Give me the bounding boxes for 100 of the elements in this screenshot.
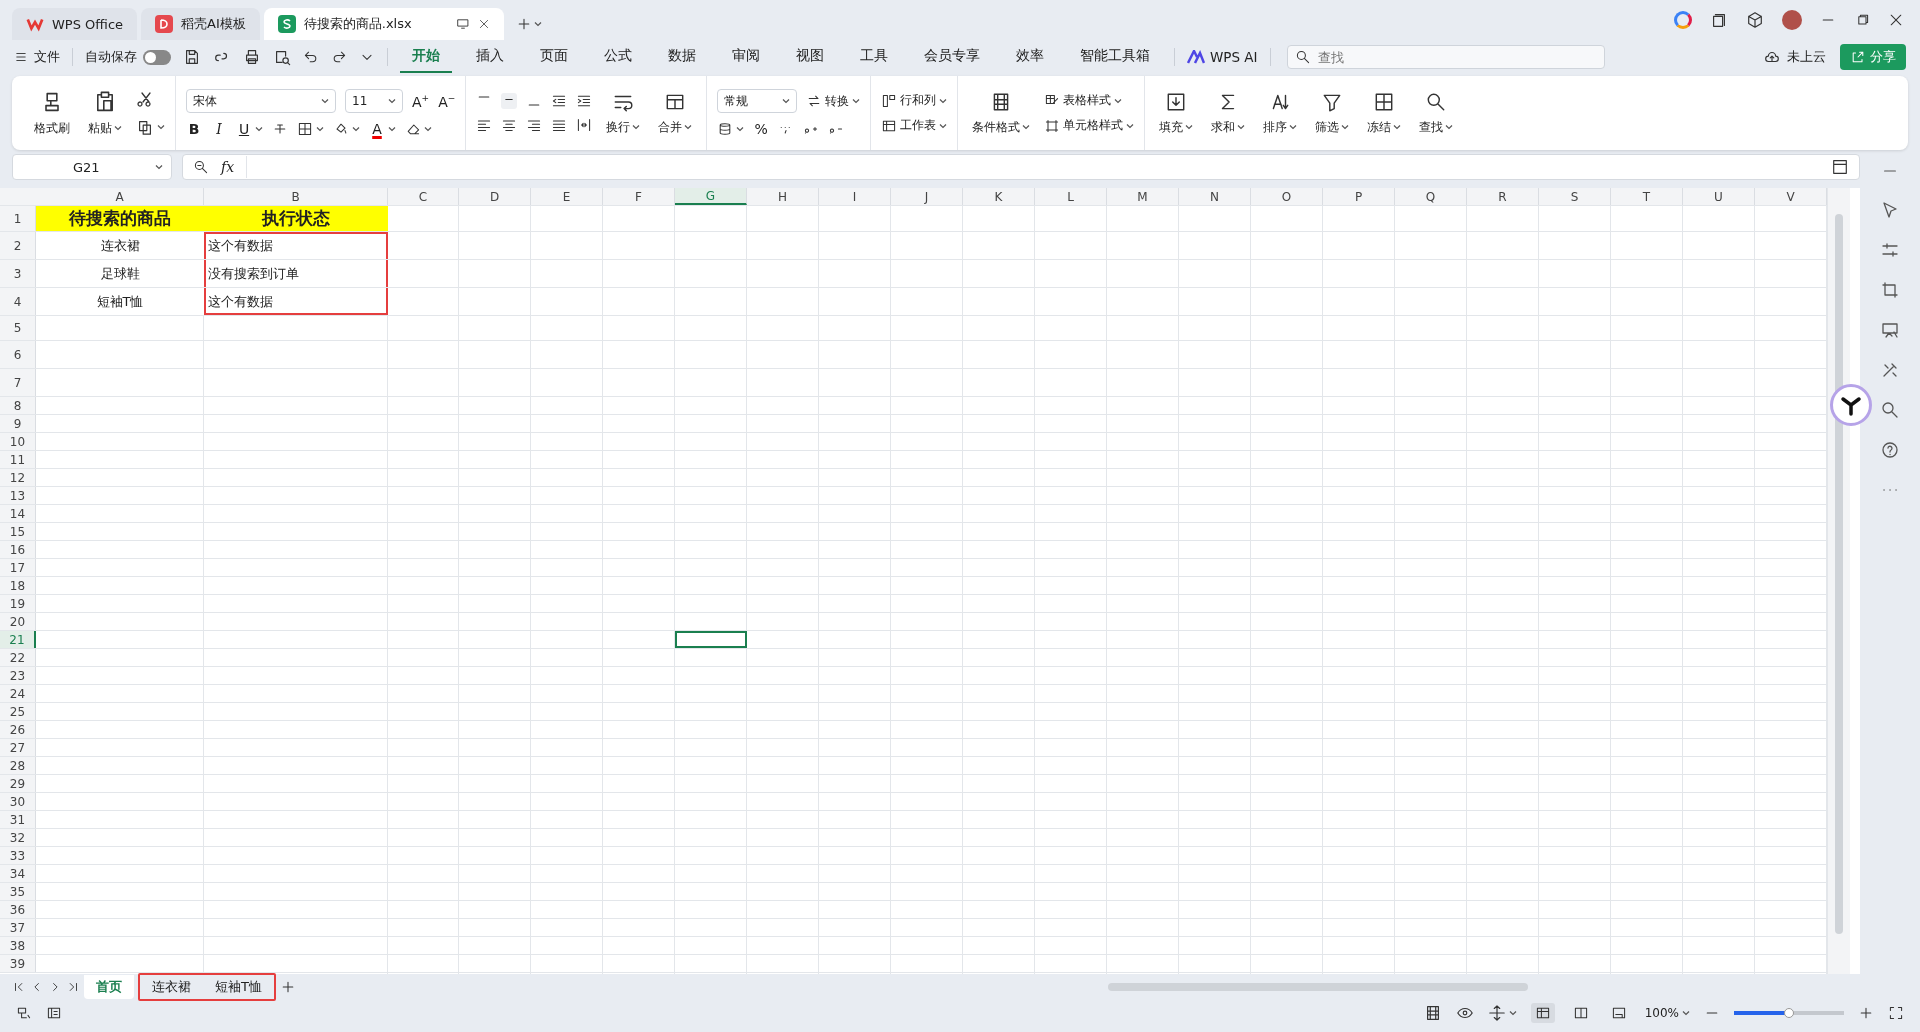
caret-icon[interactable] bbox=[852, 97, 861, 105]
active-cell[interactable] bbox=[675, 631, 747, 648]
caret-icon[interactable] bbox=[782, 97, 791, 105]
row-header[interactable]: 1 bbox=[0, 206, 36, 231]
avatar[interactable] bbox=[1782, 10, 1802, 30]
caret-icon[interactable] bbox=[1022, 123, 1031, 131]
row-header[interactable]: 20 bbox=[0, 613, 36, 630]
close-icon[interactable] bbox=[1888, 12, 1904, 28]
row-header[interactable]: 17 bbox=[0, 559, 36, 576]
row-header[interactable]: 32 bbox=[0, 829, 36, 846]
crop-icon[interactable] bbox=[1880, 280, 1900, 300]
caret-icon[interactable] bbox=[155, 163, 163, 171]
fullscreen-icon[interactable] bbox=[1888, 1005, 1904, 1021]
row-header[interactable]: 27 bbox=[0, 739, 36, 756]
caret-icon[interactable] bbox=[533, 20, 542, 28]
caret-icon[interactable] bbox=[1114, 96, 1123, 105]
row-header[interactable]: 18 bbox=[0, 577, 36, 594]
rows-columns-icon[interactable] bbox=[881, 92, 898, 109]
row-header[interactable]: 10 bbox=[0, 433, 36, 450]
rows-columns-button[interactable]: 行和列 bbox=[881, 92, 948, 109]
share-icon[interactable] bbox=[1850, 49, 1866, 65]
help-icon[interactable] bbox=[1880, 440, 1900, 460]
ribbon-tool-button[interactable]: 排序 bbox=[1259, 88, 1302, 138]
paste-button[interactable]: 粘贴 bbox=[84, 87, 126, 139]
caret-icon[interactable] bbox=[352, 125, 360, 133]
caret-icon[interactable] bbox=[1508, 1009, 1517, 1017]
row-header[interactable]: 28 bbox=[0, 757, 36, 774]
close-icon[interactable] bbox=[477, 18, 490, 30]
ribbon-tab[interactable]: 智能工具箱 bbox=[1068, 41, 1162, 73]
ribbon-tool-button[interactable]: 填充 bbox=[1155, 88, 1198, 138]
row-header[interactable]: 11 bbox=[0, 451, 36, 468]
ribbon-tool-button[interactable]: 求和 bbox=[1207, 88, 1250, 138]
row-header[interactable]: 5 bbox=[0, 316, 36, 340]
column-header[interactable]: L bbox=[1035, 188, 1107, 205]
convert-button[interactable]: 转换 bbox=[806, 92, 861, 110]
row-header[interactable]: 12 bbox=[0, 469, 36, 486]
font-name-dropdown[interactable]: 宋体 bbox=[186, 89, 336, 113]
column-header[interactable]: N bbox=[1179, 188, 1251, 205]
row-header[interactable]: 8 bbox=[0, 397, 36, 414]
assistant-logo-icon[interactable] bbox=[1830, 384, 1872, 426]
image-edit-icon[interactable] bbox=[1880, 320, 1900, 340]
save-icon[interactable] bbox=[183, 48, 201, 66]
row-header[interactable]: 30 bbox=[0, 793, 36, 810]
caret-icon[interactable] bbox=[1289, 123, 1298, 131]
cell-style-icon[interactable] bbox=[1044, 117, 1061, 134]
caret-icon[interactable] bbox=[1185, 123, 1194, 131]
row-header[interactable]: 4 bbox=[0, 288, 36, 315]
merge-button[interactable]: 合并 bbox=[654, 88, 697, 138]
number-format-dropdown[interactable]: 常规 bbox=[717, 89, 798, 113]
align-right-icon[interactable] bbox=[526, 117, 543, 133]
row-header[interactable]: 38 bbox=[0, 937, 36, 954]
decrease-indent-icon[interactable] bbox=[551, 93, 568, 109]
zoom-slider[interactable] bbox=[1734, 1011, 1844, 1015]
grow-font-button[interactable]: A$^{+}$ bbox=[412, 92, 430, 110]
search-field[interactable]: 查找 bbox=[1286, 45, 1605, 69]
row-header[interactable]: 39 bbox=[0, 955, 36, 972]
row-header[interactable]: 9 bbox=[0, 415, 36, 432]
font-size-dropdown[interactable]: 11 bbox=[345, 89, 403, 113]
distribute-icon[interactable] bbox=[576, 117, 593, 133]
column-header[interactable]: O bbox=[1251, 188, 1323, 205]
search-icon[interactable] bbox=[1880, 400, 1900, 420]
caret-icon[interactable] bbox=[316, 125, 324, 133]
redo-icon[interactable] bbox=[331, 49, 347, 65]
row-header[interactable]: 23 bbox=[0, 667, 36, 684]
copy-icon[interactable] bbox=[136, 118, 154, 136]
row-header[interactable]: 31 bbox=[0, 811, 36, 828]
row-header[interactable]: 15 bbox=[0, 523, 36, 540]
borders-icon[interactable] bbox=[297, 121, 313, 137]
column-header[interactable]: I bbox=[819, 188, 891, 205]
view-mode-button[interactable] bbox=[1530, 1003, 1555, 1023]
ribbon-tab[interactable]: 公式 bbox=[592, 41, 644, 73]
align-left-icon[interactable] bbox=[476, 117, 493, 133]
underline-button[interactable]: U bbox=[236, 121, 252, 137]
sheet-tab[interactable]: 连衣裙 bbox=[140, 975, 203, 999]
column-header[interactable]: D bbox=[459, 188, 531, 205]
row-header[interactable]: 36 bbox=[0, 901, 36, 918]
column-header[interactable]: K bbox=[963, 188, 1035, 205]
cell-style-button[interactable]: 单元格样式 bbox=[1044, 117, 1135, 134]
share-button[interactable]: 分享 bbox=[1840, 44, 1906, 70]
ribbon-tab[interactable]: 会员专享 bbox=[912, 41, 992, 73]
zoom-in-icon[interactable] bbox=[1858, 1005, 1874, 1021]
row-header[interactable]: 29 bbox=[0, 775, 36, 792]
font-color-button[interactable]: A bbox=[369, 121, 385, 137]
search-icon[interactable] bbox=[1294, 49, 1311, 65]
ribbon-tool-button[interactable]: 筛选 bbox=[1311, 88, 1354, 138]
print-icon[interactable] bbox=[243, 48, 261, 66]
caret-icon[interactable] bbox=[1126, 121, 1135, 130]
column-header[interactable]: A bbox=[36, 188, 204, 205]
column-header[interactable]: H bbox=[747, 188, 819, 205]
caret-icon[interactable] bbox=[1682, 1009, 1690, 1017]
file-menu[interactable]: 文件 bbox=[14, 48, 60, 66]
undo-icon[interactable] bbox=[303, 49, 319, 65]
row-header[interactable]: 25 bbox=[0, 703, 36, 720]
column-header[interactable]: F bbox=[603, 188, 675, 205]
ribbon-tab[interactable]: 页面 bbox=[528, 41, 580, 73]
increase-indent-icon[interactable] bbox=[576, 93, 593, 109]
formula-field[interactable]: fx bbox=[182, 154, 1860, 180]
column-header[interactable]: M bbox=[1107, 188, 1179, 205]
name-box[interactable]: G21 bbox=[12, 154, 172, 180]
column-header[interactable]: Q bbox=[1395, 188, 1467, 205]
